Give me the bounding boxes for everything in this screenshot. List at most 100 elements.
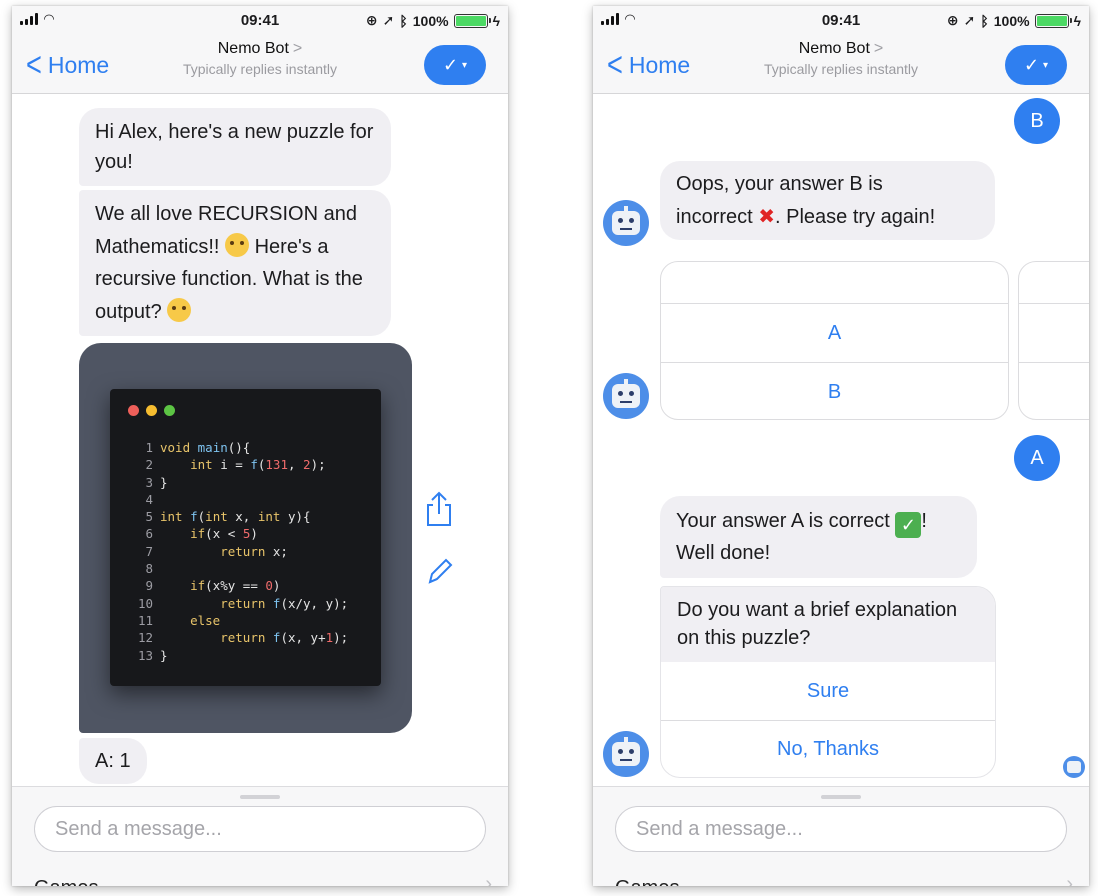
battery-percent: 100%: [412, 12, 449, 29]
bot-avatar: [603, 373, 649, 419]
charging-icon: ϟ: [492, 12, 500, 29]
composer-panel: Send a message... Games ›: [593, 786, 1089, 886]
message-text: Oops, your answer B is: [676, 173, 883, 195]
answer-options-card: A B: [660, 261, 1009, 420]
quick-reply-label: No, Thanks: [777, 738, 879, 760]
code-text: if(x%y == 0): [190, 578, 281, 594]
message-input[interactable]: Send a message...: [615, 806, 1067, 852]
option-label: B: [827, 380, 842, 403]
code-listing: 1 void main(){2 int i = f(131, 2); 3} 4 5 int…: [134, 439, 348, 664]
message-text: !: [921, 510, 927, 532]
bluetooth-icon: ᛒ: [399, 12, 408, 29]
window-controls: [128, 405, 175, 416]
caret-down-icon: ▾: [462, 59, 468, 71]
drag-handle[interactable]: [240, 795, 280, 799]
option-label: A: [827, 321, 842, 344]
composer-panel: Send a message... Games ›: [12, 786, 508, 886]
message-text: Your answer A is correct: [676, 510, 890, 532]
pencil-icon[interactable]: [426, 556, 454, 586]
phone-screen-left: ◠ 09:41 ⊕ ➚ ᛒ 100% ϟ < Home Nemo Bot > Ty…: [12, 6, 508, 886]
chevron-right-icon: >: [873, 40, 884, 57]
code-window: 1 void main(){2 int i = f(131, 2); 3} 4 5 int…: [110, 389, 381, 686]
message-text: incorrect: [676, 205, 753, 228]
line-number: 5: [145, 509, 153, 525]
check-mark-emoji-icon: ✓: [895, 512, 922, 538]
status-bar: ◠ 09:41 ⊕ ➚ ᛒ 100% ϟ: [12, 6, 508, 36]
caret-down-icon: ▾: [1043, 59, 1049, 71]
code-text: int i = f(131, 2);: [190, 457, 326, 473]
bot-message: A: 1: [79, 738, 147, 784]
maximize-dot-icon: [164, 405, 175, 416]
bot-message: Oops, your answer B is incorrect ✖. Plea…: [660, 161, 995, 241]
code-text: if(x < 5): [190, 526, 258, 542]
code-line: 11 else: [134, 612, 348, 629]
games-row-label[interactable]: Games: [615, 877, 679, 886]
code-line: 9 if(x%y == 0): [134, 577, 348, 594]
orientation-lock-icon: ⊕: [365, 12, 378, 28]
code-line: 10 return f(x/y, y);: [134, 595, 348, 612]
line-number: 3: [145, 474, 153, 490]
bot-avatar: [603, 200, 649, 246]
quick-reply-label: Sure: [806, 679, 850, 702]
code-line: 13}: [134, 647, 348, 664]
sure-button[interactable]: Sure: [661, 662, 995, 720]
battery-icon: [453, 13, 491, 28]
navigation-bar: < Home Nemo Bot > Typically replies insta…: [593, 36, 1089, 94]
code-line: 1 void main(){: [134, 439, 348, 456]
location-icon: ➚: [963, 12, 976, 28]
line-number: 8: [145, 561, 153, 577]
checkmark-icon: ✓: [442, 54, 459, 75]
code-text: }: [160, 474, 168, 490]
message-input[interactable]: Send a message...: [34, 806, 486, 852]
option-b-button[interactable]: B: [661, 362, 1008, 419]
message-text: A: 1: [95, 750, 131, 772]
bot-message: We all love RECURSION and Mathematics!! …: [79, 190, 391, 337]
line-number: 6: [145, 526, 153, 542]
phone-screen-right: ◠ 09:41 ⊕ ➚ ᛒ 100% ϟ < Home Nemo Bot > Ty…: [593, 6, 1089, 886]
explanation-prompt: Do you want a brief explanation on this …: [661, 587, 995, 662]
code-line: 6 if(x < 5): [134, 525, 348, 542]
message-text: Well done!: [676, 542, 771, 564]
battery-percent: 100%: [993, 12, 1030, 29]
code-line: 7 return x;: [134, 543, 348, 560]
no-thanks-button[interactable]: No, Thanks: [661, 720, 995, 777]
checkmark-dropdown-button[interactable]: ✓ ▾: [1005, 45, 1067, 85]
checkmark-dropdown-button[interactable]: ✓ ▾: [424, 45, 486, 85]
chevron-right-icon: ›: [485, 873, 492, 886]
checkmark-icon: ✓: [1023, 54, 1040, 75]
message-text: A: [1030, 446, 1044, 469]
user-message: A: [1014, 435, 1060, 481]
cross-mark-emoji-icon: ✖: [758, 205, 776, 228]
winking-face-emoji-icon: [225, 232, 250, 257]
robot-icon: [612, 737, 640, 766]
code-text: return f(x/y, y);: [220, 595, 349, 611]
line-number: 7: [145, 543, 153, 559]
code-line: 3}: [134, 474, 348, 491]
robot-icon: [612, 379, 640, 408]
bot-name: Nemo Bot: [798, 40, 870, 57]
code-text: }: [160, 647, 168, 663]
drag-handle[interactable]: [821, 795, 861, 799]
charging-icon: ϟ: [1073, 12, 1081, 29]
location-icon: ➚: [382, 12, 395, 28]
thinking-face-emoji-icon: [167, 297, 192, 322]
code-text: return f(x, y+1);: [220, 630, 349, 646]
navigation-bar: < Home Nemo Bot > Typically replies insta…: [12, 36, 508, 94]
status-bar: ◠ 09:41 ⊕ ➚ ᛒ 100% ϟ: [593, 6, 1089, 36]
robot-icon: [612, 206, 640, 235]
bluetooth-icon: ᛒ: [980, 12, 989, 29]
code-line: 8: [134, 560, 348, 577]
code-line: 12 return f(x, y+1);: [134, 629, 348, 646]
line-number: 4: [145, 491, 153, 507]
read-receipt-avatar: [1063, 756, 1085, 778]
chevron-right-icon: ›: [1066, 873, 1073, 886]
games-row-label[interactable]: Games: [34, 877, 98, 886]
code-text: else: [190, 612, 221, 628]
option-a-button[interactable]: A: [661, 303, 1008, 362]
code-text: int f(int x, int y){: [160, 509, 311, 525]
share-icon[interactable]: [424, 490, 454, 528]
line-number: 13: [137, 647, 153, 663]
next-options-card[interactable]: [1018, 261, 1089, 420]
orientation-lock-icon: ⊕: [946, 12, 959, 28]
code-image-message[interactable]: 1 void main(){2 int i = f(131, 2); 3} 4 5 int…: [79, 343, 412, 733]
